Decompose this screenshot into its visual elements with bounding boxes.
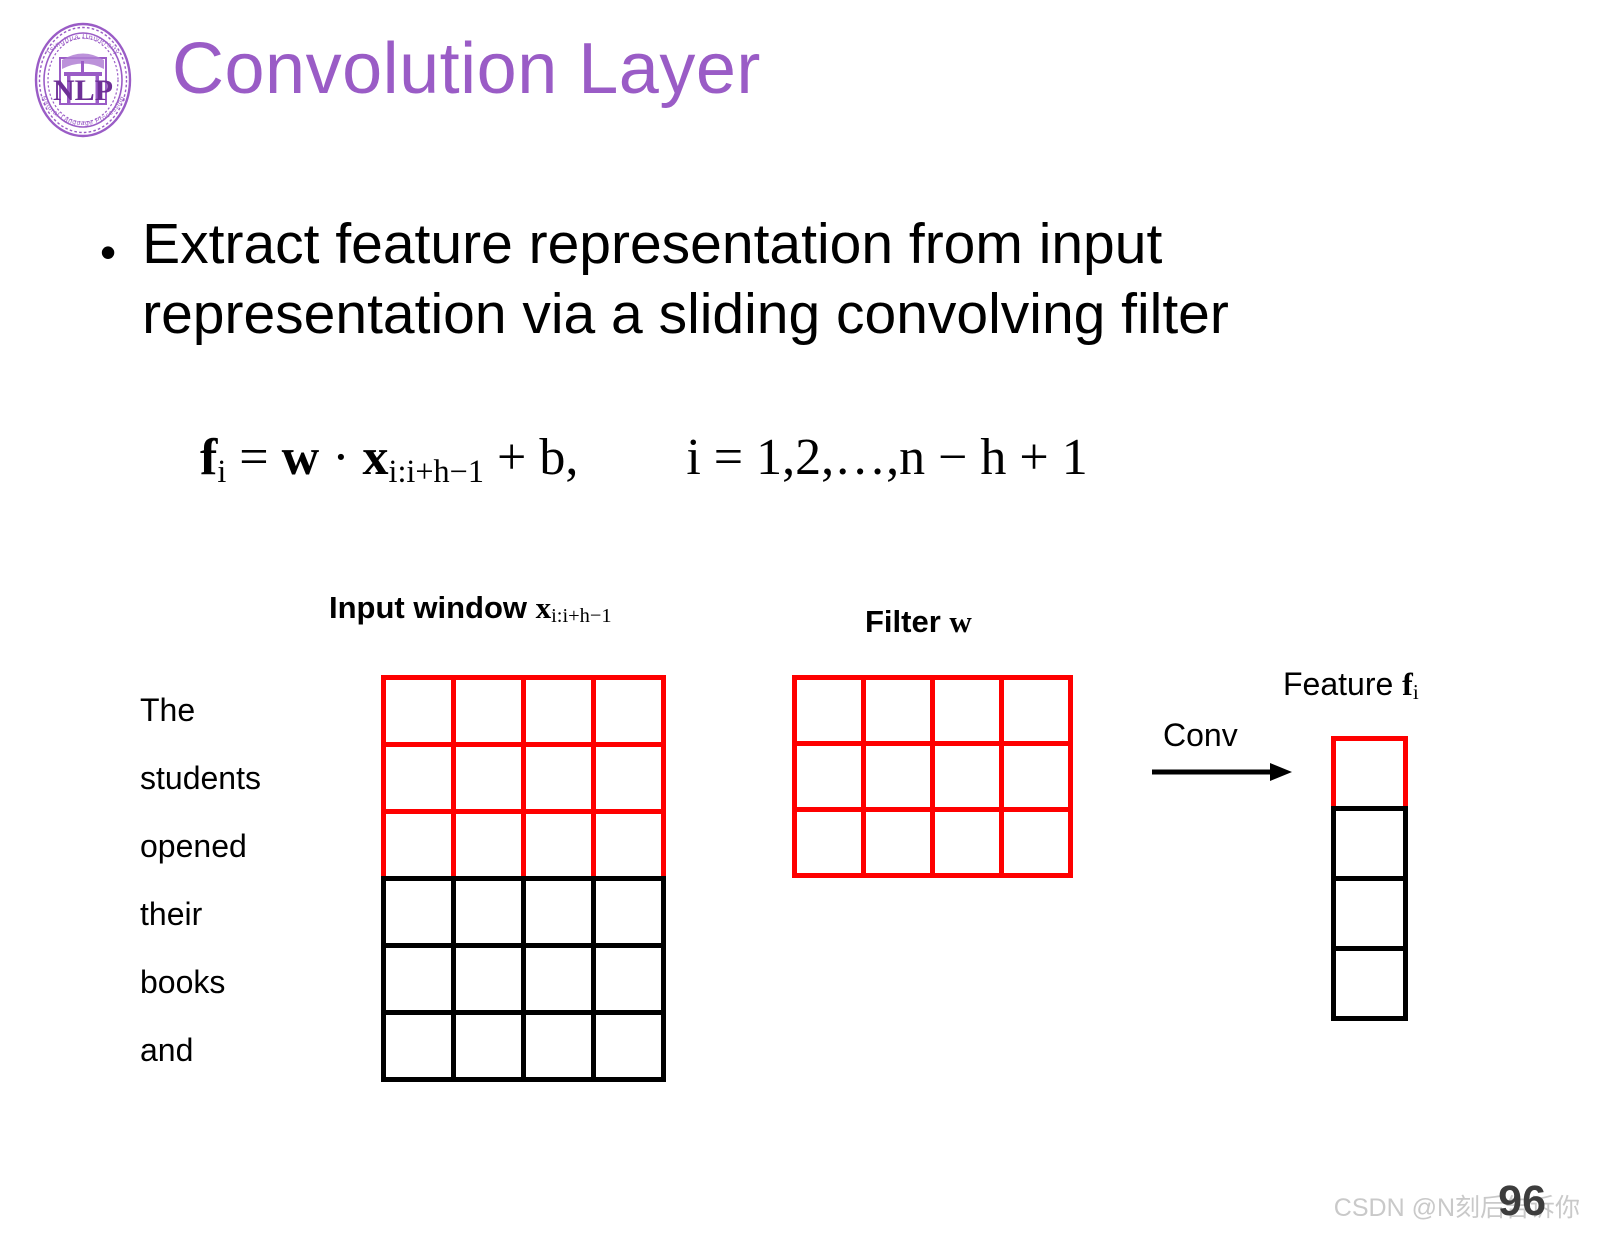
feature-label-subscript: i bbox=[1412, 680, 1419, 705]
grid-cell bbox=[590, 1009, 666, 1082]
grid-cell-highlighted bbox=[450, 808, 526, 881]
filter-label-text: Filter bbox=[865, 604, 950, 639]
grid-cell bbox=[450, 942, 526, 1015]
conv-label: Conv bbox=[1163, 717, 1238, 753]
input-window-label-text: Input window bbox=[329, 590, 536, 625]
feature-label: Feature fi bbox=[1283, 666, 1419, 705]
grid-cell-highlighted bbox=[520, 808, 596, 881]
grid-cell bbox=[1330, 805, 1408, 881]
grid-cell-highlighted bbox=[450, 741, 526, 814]
bullet-marker: • bbox=[100, 226, 117, 278]
grid-cell-highlighted bbox=[520, 674, 596, 747]
grid-cell-highlighted bbox=[998, 674, 1073, 746]
input-word-item: students bbox=[140, 760, 261, 796]
input-word-item: books bbox=[140, 964, 226, 1000]
input-window-label-subscript: i:i+h−1 bbox=[551, 605, 612, 628]
formula-index-range: i = 1,2,…,n − h + 1 bbox=[686, 432, 1087, 484]
grid-cell bbox=[380, 875, 456, 948]
grid-cell bbox=[450, 1009, 526, 1082]
formula-index-equals: = bbox=[713, 429, 744, 486]
grid-cell-highlighted bbox=[998, 806, 1073, 878]
filter-grid bbox=[791, 674, 1073, 878]
grid-cell-highlighted bbox=[998, 740, 1073, 812]
grid-cell-highlighted bbox=[929, 806, 1004, 878]
bullet-block: • Extract feature representation from in… bbox=[100, 210, 1390, 349]
bullet-text: Extract feature representation from inpu… bbox=[142, 212, 1229, 346]
grid-cell-highlighted bbox=[590, 808, 666, 881]
input-window-label-symbol: x bbox=[535, 590, 552, 625]
grid-cell-highlighted bbox=[380, 808, 456, 881]
page-title: Convolution Layer bbox=[172, 29, 761, 109]
grid-cell-highlighted bbox=[791, 806, 866, 878]
feature-map-grid bbox=[1330, 735, 1408, 1021]
formula-dot-operator: · bbox=[332, 429, 350, 486]
formula-plus: + bbox=[496, 429, 527, 486]
grid-cell bbox=[380, 1009, 456, 1082]
formula-row: fi = w · xi:i+h−1 + b, i = 1,2,…,n − h +… bbox=[200, 429, 1088, 490]
grid-cell-highlighted bbox=[791, 674, 866, 746]
grid-cell bbox=[1330, 875, 1408, 951]
grid-cell-highlighted bbox=[520, 741, 596, 814]
grid-cell bbox=[450, 875, 526, 948]
grid-cell bbox=[520, 875, 596, 948]
input-word-item: opened bbox=[140, 828, 247, 864]
page-number: 96 bbox=[1498, 1177, 1546, 1225]
grid-cell bbox=[1330, 945, 1408, 1021]
formula-definition: fi = w · xi:i+h−1 + b, bbox=[200, 429, 579, 490]
grid-cell bbox=[520, 1009, 596, 1082]
grid-cell-highlighted bbox=[380, 741, 456, 814]
formula-f-subscript: i bbox=[217, 453, 227, 490]
input-word-item: and bbox=[140, 1032, 194, 1068]
grid-cell-highlighted bbox=[929, 674, 1004, 746]
grid-cell bbox=[380, 942, 456, 1015]
formula-index-symbol: i bbox=[686, 429, 701, 486]
grid-cell-highlighted bbox=[860, 674, 935, 746]
input-window-label: Input window xi:i+h−1 bbox=[329, 590, 612, 628]
input-word-item: The bbox=[140, 692, 196, 728]
feature-label-text: Feature bbox=[1283, 666, 1403, 702]
grid-cell-highlighted bbox=[860, 806, 935, 878]
grid-cell-highlighted bbox=[590, 741, 666, 814]
formula-equals: = bbox=[239, 429, 269, 486]
grid-cell-highlighted bbox=[860, 740, 935, 812]
grid-cell-highlighted bbox=[380, 674, 456, 747]
grid-cell bbox=[590, 875, 666, 948]
input-word-column: The students opened their books and bbox=[140, 676, 370, 1084]
formula-w-symbol: w bbox=[281, 429, 320, 486]
formula-x-subscript: i:i+h−1 bbox=[388, 453, 484, 490]
formula-index-values: 1,2,…,n − h + 1 bbox=[756, 429, 1088, 486]
grid-cell-highlighted bbox=[1330, 735, 1408, 811]
formula-bias: b, bbox=[539, 429, 579, 486]
input-word-item: their bbox=[140, 896, 203, 932]
grid-cell-highlighted bbox=[791, 740, 866, 812]
filter-label-symbol: w bbox=[949, 604, 972, 639]
input-representation-grid bbox=[380, 674, 666, 1082]
logo-center-text: NLP bbox=[53, 74, 113, 107]
grid-cell bbox=[520, 942, 596, 1015]
grid-cell-highlighted bbox=[929, 740, 1004, 812]
formula-f-symbol: f bbox=[200, 429, 218, 486]
formula-x-symbol: x bbox=[362, 429, 389, 486]
feature-label-symbol: f bbox=[1402, 666, 1413, 702]
grid-cell bbox=[590, 942, 666, 1015]
filter-label: Filter w bbox=[865, 604, 972, 640]
conv-arrow-icon bbox=[1152, 760, 1292, 784]
grid-cell-highlighted bbox=[590, 674, 666, 747]
slide-canvas: NLP Tsinghua University Natural Language… bbox=[0, 0, 1608, 1234]
grid-cell-highlighted bbox=[450, 674, 526, 747]
tsinghua-nlp-logo: NLP Tsinghua University Natural Language… bbox=[18, 14, 148, 144]
